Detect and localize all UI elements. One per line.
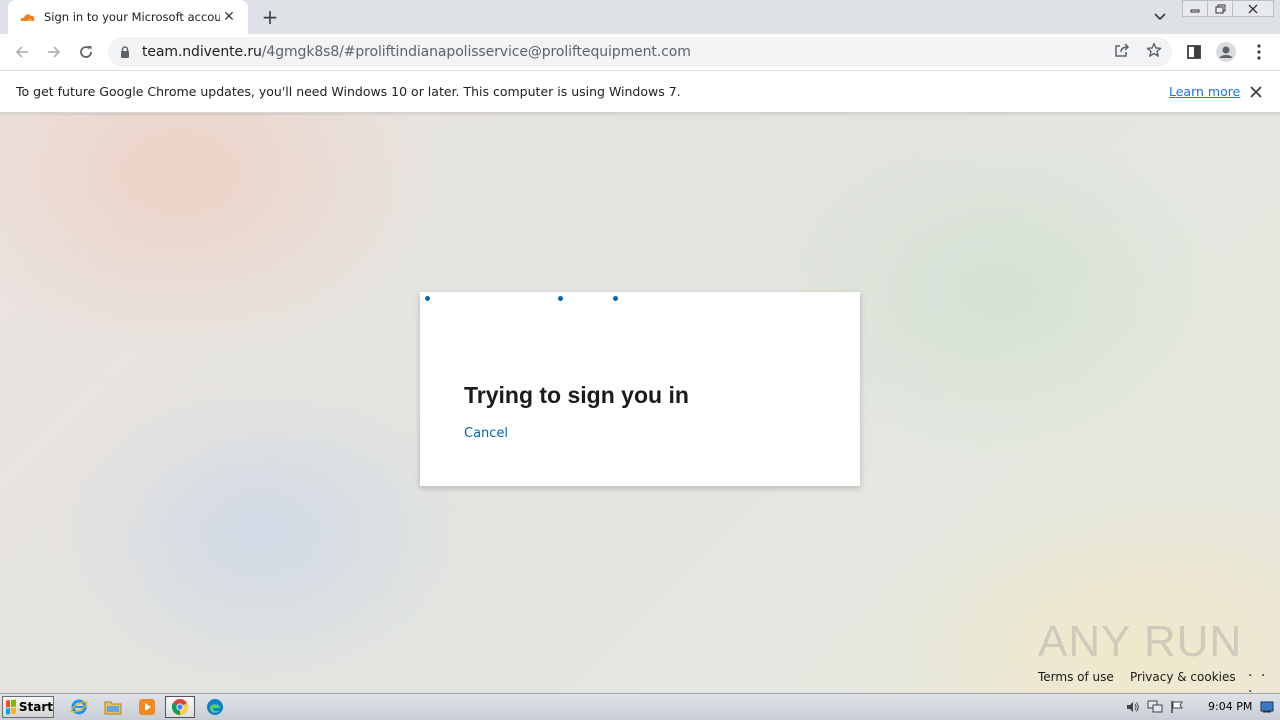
tab-strip: Sign in to your Microsoft account ✕ + xyxy=(0,0,1280,34)
window-controls xyxy=(1182,0,1274,18)
reload-icon[interactable] xyxy=(74,40,98,64)
ie-icon[interactable] xyxy=(64,696,94,718)
more-options-link[interactable]: . . . xyxy=(1248,664,1280,693)
taskbar-clock[interactable]: 9:04 PM xyxy=(1208,700,1252,713)
watermark-text: ANY RUN xyxy=(1038,617,1243,666)
browser-tab[interactable]: Sign in to your Microsoft account ✕ xyxy=(8,0,248,34)
tab-title: Sign in to your Microsoft account xyxy=(44,10,220,24)
share-icon[interactable] xyxy=(1113,41,1131,59)
forward-icon[interactable] xyxy=(42,40,66,64)
learn-more-link[interactable]: Learn more xyxy=(1169,84,1240,99)
show-desktop-icon[interactable] xyxy=(1258,697,1276,717)
anyrun-watermark: ANY RUN xyxy=(1038,611,1242,673)
restore-icon[interactable] xyxy=(1207,0,1233,17)
progress-dot xyxy=(558,296,563,301)
signin-title: Trying to sign you in xyxy=(464,382,689,408)
profile-avatar-icon[interactable] xyxy=(1215,41,1237,63)
back-icon[interactable] xyxy=(10,40,34,64)
side-panel-icon[interactable] xyxy=(1183,41,1205,63)
network-icon[interactable] xyxy=(1144,697,1166,717)
start-label: Start xyxy=(18,700,53,714)
tab-search-icon[interactable] xyxy=(1150,8,1170,26)
action-center-flag-icon[interactable] xyxy=(1166,697,1188,717)
page-background: Trying to sign you in Cancel ANY RUN Ter… xyxy=(0,113,1280,693)
windows-logo-icon xyxy=(6,699,16,715)
minimize-icon[interactable] xyxy=(1182,0,1208,17)
progress-dot xyxy=(425,296,430,301)
url-text: team.ndivente.ru/4gmgk8s8/#proliftindian… xyxy=(142,44,691,60)
media-player-icon[interactable] xyxy=(132,696,162,718)
url-path: /4gmgk8s8/#proliftindianapolisservice@pr… xyxy=(261,44,691,60)
chrome-icon[interactable] xyxy=(165,696,195,718)
update-infobar: To get future Google Chrome updates, you… xyxy=(0,71,1280,113)
new-tab-button[interactable]: + xyxy=(258,5,282,29)
start-button[interactable]: Start xyxy=(2,696,54,718)
bookmark-star-icon[interactable] xyxy=(1145,41,1163,59)
tab-close-icon[interactable]: ✕ xyxy=(220,8,238,26)
progress-dot xyxy=(613,296,618,301)
volume-icon[interactable] xyxy=(1122,697,1144,717)
url-host: team.ndivente.ru xyxy=(142,44,262,60)
edge-icon[interactable] xyxy=(200,696,230,718)
address-bar[interactable]: team.ndivente.ru/4gmgk8s8/#proliftindian… xyxy=(108,37,1172,67)
infobar-message: To get future Google Chrome updates, you… xyxy=(16,84,681,99)
browser-toolbar: team.ndivente.ru/4gmgk8s8/#proliftindian… xyxy=(0,34,1280,71)
system-tray xyxy=(1122,696,1188,718)
windows-taskbar: Start 9:04 PM xyxy=(0,693,1280,720)
terms-of-use-link[interactable]: Terms of use xyxy=(1038,670,1114,684)
close-window-icon[interactable] xyxy=(1232,0,1274,17)
signin-card: Trying to sign you in Cancel xyxy=(420,292,860,486)
privacy-cookies-link[interactable]: Privacy & cookies xyxy=(1130,670,1236,684)
cancel-link[interactable]: Cancel xyxy=(464,426,508,441)
infobar-close-icon[interactable] xyxy=(1247,83,1265,101)
menu-kebab-icon[interactable] xyxy=(1248,41,1270,63)
cloudflare-icon xyxy=(20,9,36,25)
lock-icon[interactable] xyxy=(118,45,132,59)
explorer-icon[interactable] xyxy=(98,696,128,718)
